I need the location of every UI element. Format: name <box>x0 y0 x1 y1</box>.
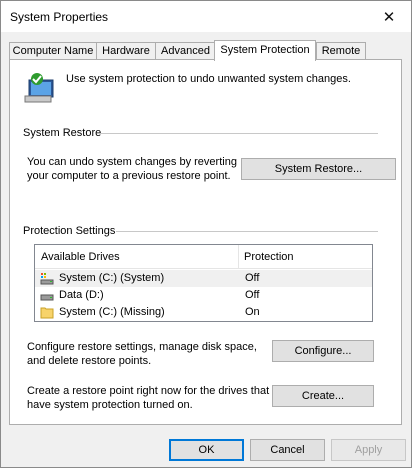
drive-row-data-d[interactable]: Data (D:) Off <box>35 287 372 304</box>
drive-row-system-c[interactable]: System (C:) (System) Off <box>35 270 372 287</box>
intro-text: Use system protection to undo unwanted s… <box>66 73 351 85</box>
close-icon: ✕ <box>382 8 396 26</box>
close-button[interactable]: ✕ <box>367 1 411 32</box>
configure-description-line2: and delete restore points. <box>27 355 152 367</box>
column-header-protection[interactable]: Protection <box>244 251 294 263</box>
window-title: System Properties <box>10 10 109 24</box>
cancel-button[interactable]: Cancel <box>250 439 325 461</box>
drive-icon <box>40 294 54 301</box>
column-header-available-drives[interactable]: Available Drives <box>41 251 120 263</box>
system-protection-icon <box>24 73 54 103</box>
drive-row-system-c-missing[interactable]: System (C:) (Missing) On <box>35 304 372 321</box>
create-description-line1: Create a restore point right now for the… <box>27 385 270 397</box>
tab-computer-name[interactable]: Computer Name <box>9 42 97 59</box>
list-header: Available Drives Protection <box>35 245 372 269</box>
available-drives-list[interactable]: Available Drives Protection System (C:) … <box>34 244 373 322</box>
column-separator <box>238 245 239 268</box>
system-restore-description-line1: You can undo system changes by reverting <box>27 156 237 168</box>
system-protection-panel: Use system protection to undo unwanted s… <box>9 59 402 425</box>
drive-protection-status: Off <box>245 289 260 301</box>
tab-hardware[interactable]: Hardware <box>96 42 156 59</box>
create-description-line2: have system protection turned on. <box>27 399 193 411</box>
system-restore-description-line2: your computer to a previous restore poin… <box>27 170 231 182</box>
drive-protection-status: Off <box>245 272 260 284</box>
system-drive-icon <box>40 273 54 285</box>
system-restore-heading: System Restore <box>23 127 102 139</box>
system-properties-window: System Properties ✕ Computer Name Hardwa… <box>0 0 412 468</box>
tab-advanced[interactable]: Advanced <box>155 42 216 59</box>
tab-remote[interactable]: Remote <box>316 42 366 59</box>
create-button[interactable]: Create... <box>272 385 374 407</box>
system-restore-button[interactable]: System Restore... <box>241 158 396 180</box>
title-bar: System Properties ✕ <box>1 1 411 32</box>
protection-settings-divider <box>116 231 378 232</box>
drive-protection-status: On <box>245 306 260 318</box>
tab-system-protection[interactable]: System Protection <box>214 40 316 61</box>
ok-button[interactable]: OK <box>169 439 244 461</box>
configure-button[interactable]: Configure... <box>272 340 374 362</box>
apply-button[interactable]: Apply <box>331 439 406 461</box>
system-restore-divider <box>100 133 378 134</box>
folder-icon <box>40 307 54 319</box>
drive-name: System (C:) (Missing) <box>59 306 165 318</box>
drive-name: Data (D:) <box>59 289 104 301</box>
protection-settings-heading: Protection Settings <box>23 225 116 237</box>
configure-description-line1: Configure restore settings, manage disk … <box>27 341 257 353</box>
drive-name: System (C:) (System) <box>59 272 165 284</box>
